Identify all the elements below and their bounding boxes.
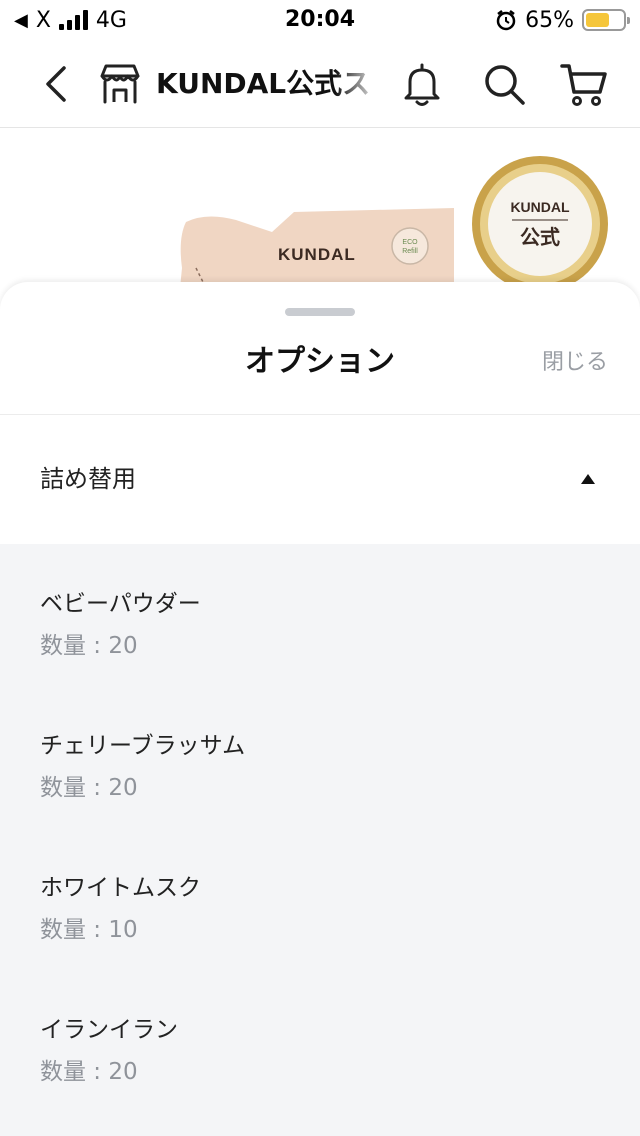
battery-level-fill bbox=[586, 13, 610, 27]
back-arrow-icon[interactable] bbox=[36, 62, 76, 106]
option-quantity: 数量 : 20 bbox=[40, 775, 138, 801]
list-item[interactable]: チェリーブラッサム 数量 : 20 bbox=[0, 686, 640, 828]
battery-icon bbox=[582, 9, 630, 31]
option-group-header[interactable]: 詰め替用 bbox=[0, 415, 640, 543]
options-list: ベビーパウダー 数量 : 20 チェリーブラッサム 数量 : 20 ホワイトムス… bbox=[0, 544, 640, 1136]
search-icon[interactable] bbox=[480, 60, 528, 108]
list-item[interactable]: イランイラン 数量 : 20 bbox=[0, 970, 640, 1112]
sheet-drag-handle[interactable] bbox=[285, 308, 355, 316]
list-item[interactable]: ベビーパウダー 数量 : 20 bbox=[0, 544, 640, 686]
option-quantity: 数量 : 20 bbox=[40, 1059, 138, 1085]
alarm-icon bbox=[496, 10, 516, 31]
option-name: ベビーパウダー bbox=[40, 591, 201, 617]
badge-official-text: 公式 bbox=[520, 225, 560, 249]
refill-label: Refill bbox=[402, 248, 418, 255]
navigation-bar: KUNDAL公式ス bbox=[0, 40, 640, 128]
options-bottom-sheet: オプション 閉じる 詰め替用 ベビーパウダー 数量 : 20 チェリーブラッサム… bbox=[0, 282, 640, 1136]
official-badge-image: KUNDAL 公式 bbox=[472, 156, 608, 292]
battery-percent: 65% bbox=[525, 7, 574, 33]
storefront-icon[interactable] bbox=[96, 62, 144, 106]
caret-up-icon[interactable] bbox=[580, 473, 596, 485]
eco-label: ECO bbox=[402, 239, 418, 246]
option-name: ホワイトムスク bbox=[40, 875, 201, 901]
product-image: KUNDAL ECO Refill KUNDAL 公式 bbox=[0, 128, 640, 298]
option-name: チェリーブラッサム bbox=[40, 733, 246, 759]
close-button[interactable]: 閉じる bbox=[542, 348, 608, 378]
cart-icon[interactable] bbox=[560, 60, 608, 108]
option-name: イランイラン bbox=[40, 1017, 178, 1043]
status-right: 65% bbox=[495, 6, 630, 34]
option-group-label: 詰め替用 bbox=[40, 465, 136, 493]
status-bar: ◀ X 4G 20:04 65% bbox=[0, 0, 640, 40]
option-quantity: 数量 : 20 bbox=[40, 633, 138, 659]
pouch-brand-text: KUNDAL bbox=[278, 245, 356, 264]
list-item[interactable]: ホワイトムスク 数量 : 10 bbox=[0, 828, 640, 970]
shop-title[interactable]: KUNDAL公式ス bbox=[156, 64, 380, 104]
bell-icon[interactable] bbox=[398, 60, 446, 108]
badge-brand-text: KUNDAL bbox=[510, 199, 570, 215]
option-quantity: 数量 : 10 bbox=[40, 917, 138, 943]
